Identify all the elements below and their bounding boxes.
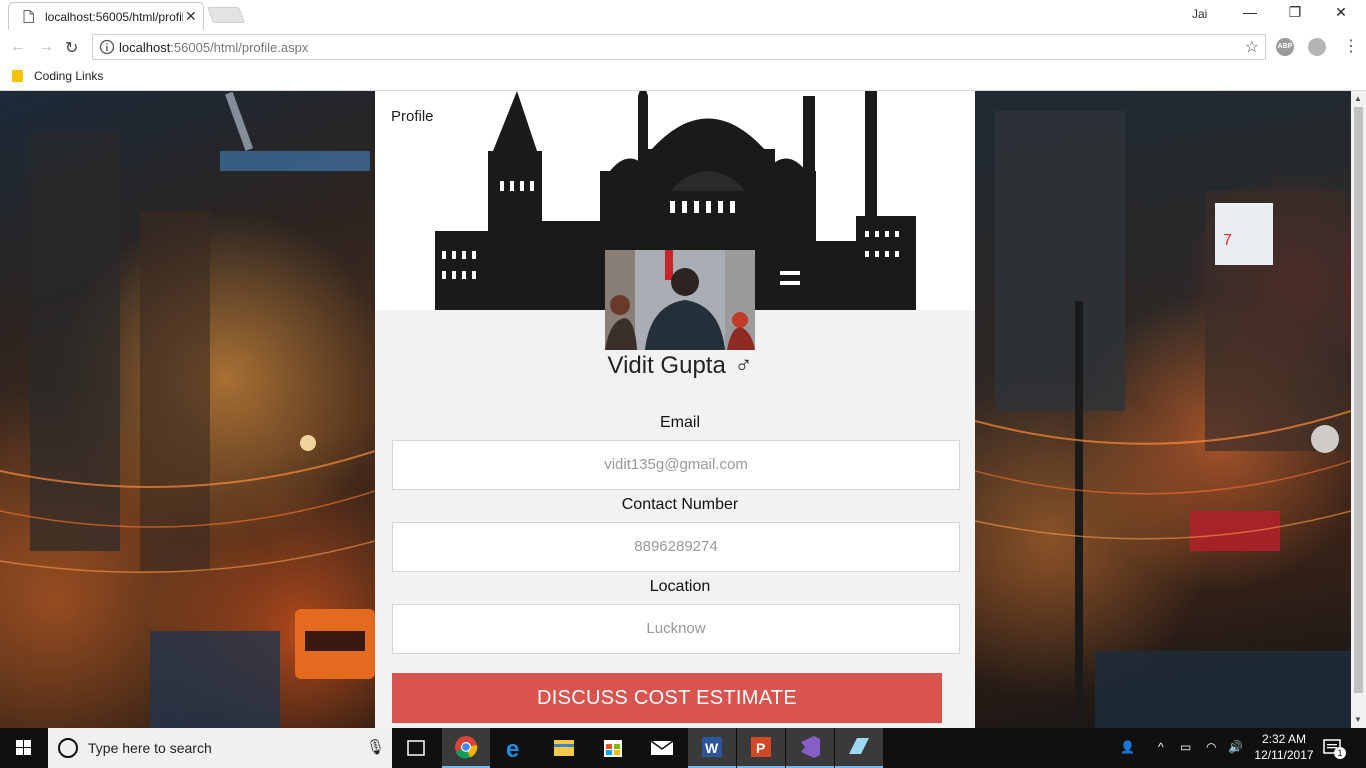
microphone-icon[interactable]: 🎙 bbox=[366, 738, 385, 756]
taskbar-visual-studio[interactable] bbox=[786, 728, 834, 768]
task-view-icon bbox=[407, 740, 425, 756]
email-label: Email bbox=[659, 414, 700, 431]
extension-icon[interactable] bbox=[1308, 38, 1326, 56]
browser-menu-icon[interactable]: ⋮ bbox=[1343, 36, 1359, 56]
male-gender-icon: ♂ bbox=[734, 352, 753, 379]
taskbar-chrome[interactable] bbox=[442, 728, 490, 768]
bookmark-label: Coding Links bbox=[34, 69, 104, 83]
page-scrollbar[interactable]: ▲ ▼ bbox=[1351, 91, 1366, 728]
edge-icon: e bbox=[506, 736, 519, 763]
windows-taskbar: Type here to search 🎙 e W P 👤 ^ ▭ ◠ 🔊 2:… bbox=[0, 728, 1366, 768]
taskbar-mail[interactable] bbox=[638, 728, 686, 768]
page-icon bbox=[23, 10, 34, 28]
user-name: Vidit Gupta bbox=[607, 352, 726, 379]
task-view-button[interactable] bbox=[392, 728, 440, 768]
show-hidden-icons[interactable]: ^ bbox=[1158, 740, 1164, 754]
bookmarks-bar: Coding Links bbox=[0, 64, 1366, 91]
word-icon: W bbox=[702, 737, 722, 757]
search-placeholder: Type here to search bbox=[88, 740, 212, 756]
reload-icon[interactable]: ↻ bbox=[65, 38, 78, 58]
contact-number-field[interactable]: 8896289274 bbox=[392, 522, 960, 572]
profile-button[interactable]: Jai bbox=[1192, 7, 1207, 21]
new-tab-button[interactable] bbox=[207, 7, 245, 23]
wifi-icon[interactable]: ◠ bbox=[1206, 740, 1216, 754]
discuss-cost-estimate-button[interactable]: DISCUSS COST ESTIMATE bbox=[392, 673, 942, 723]
scrollbar-thumb[interactable] bbox=[1354, 107, 1363, 693]
bookmark-coding-links[interactable]: Coding Links bbox=[12, 69, 103, 83]
taskbar-powerpoint[interactable]: P bbox=[737, 728, 785, 768]
folder-icon bbox=[554, 740, 574, 756]
tab-title: localhost:56005/html/profile.aspx bbox=[45, 10, 183, 24]
location-label: Location bbox=[649, 578, 711, 595]
app-icon bbox=[849, 738, 869, 754]
notification-count: 1 bbox=[1334, 747, 1346, 759]
url-text: localhost:56005/html/profile.aspx bbox=[119, 40, 309, 55]
forward-icon[interactable]: → bbox=[38, 38, 54, 56]
user-name-heading: Vidit Gupta ♂ bbox=[375, 352, 985, 380]
action-center-button[interactable]: 1 bbox=[1322, 737, 1346, 759]
scroll-up-icon[interactable]: ▲ bbox=[1354, 94, 1362, 103]
svg-text:P: P bbox=[756, 740, 765, 756]
taskbar-app[interactable] bbox=[835, 728, 883, 768]
svg-text:7: 7 bbox=[1223, 232, 1232, 249]
taskbar-edge[interactable]: e bbox=[492, 728, 540, 768]
cortana-icon bbox=[58, 738, 78, 758]
bookmark-star-icon[interactable]: ☆ bbox=[1245, 37, 1259, 57]
store-icon bbox=[604, 740, 622, 757]
info-icon[interactable] bbox=[99, 39, 115, 60]
location-field[interactable]: Lucknow bbox=[392, 604, 960, 654]
minimize-icon[interactable]: — bbox=[1235, 4, 1265, 24]
browser-tab[interactable]: localhost:56005/html/profile.aspx ✕ bbox=[8, 2, 204, 30]
svg-text:W: W bbox=[705, 740, 719, 756]
battery-icon[interactable]: ▭ bbox=[1180, 740, 1191, 754]
taskbar-clock[interactable]: 2:32 AM 12/11/2017 bbox=[1254, 731, 1314, 763]
profile-photo bbox=[605, 250, 755, 350]
city-background-left bbox=[0, 91, 375, 728]
close-window-icon[interactable]: ✕ bbox=[1326, 4, 1356, 24]
taskbar-word[interactable]: W bbox=[688, 728, 736, 768]
chrome-icon bbox=[455, 736, 478, 759]
windows-start-button[interactable] bbox=[0, 728, 48, 768]
back-icon[interactable]: ← bbox=[10, 38, 26, 56]
contact-number-label: Contact Number bbox=[621, 496, 739, 513]
close-tab-icon[interactable]: ✕ bbox=[185, 8, 197, 25]
city-background-right: 7 bbox=[975, 91, 1351, 728]
powerpoint-icon: P bbox=[751, 737, 771, 757]
adblock-extension-icon[interactable]: ABP bbox=[1276, 38, 1294, 56]
windows-logo-icon bbox=[16, 740, 31, 755]
browser-toolbar: ← → ↻ localhost:56005/html/profile.aspx … bbox=[0, 30, 1366, 64]
volume-icon[interactable]: 🔊 bbox=[1228, 740, 1243, 754]
page-title: Profile bbox=[391, 108, 434, 125]
page-viewport: 7 Profile Vidit Gupta ♂ Email vidit135g@… bbox=[0, 91, 1366, 728]
tab-strip: localhost:56005/html/profile.aspx ✕ Jai … bbox=[0, 0, 1366, 30]
folder-icon bbox=[12, 70, 23, 82]
taskbar-search-box[interactable]: Type here to search 🎙 bbox=[48, 728, 392, 768]
email-field[interactable]: vidit135g@gmail.com bbox=[392, 440, 960, 490]
taskbar-file-explorer[interactable] bbox=[540, 728, 588, 768]
clock-date: 12/11/2017 bbox=[1254, 748, 1314, 762]
mail-icon bbox=[650, 740, 674, 755]
scroll-down-icon[interactable]: ▼ bbox=[1354, 715, 1362, 724]
address-bar[interactable]: localhost:56005/html/profile.aspx ☆ bbox=[92, 34, 1266, 60]
profile-card: Profile Vidit Gupta ♂ Email vidit135g@gm… bbox=[375, 91, 975, 728]
restore-icon[interactable]: ❐ bbox=[1280, 4, 1310, 24]
taskbar-store[interactable] bbox=[589, 728, 637, 768]
people-icon[interactable]: 👤 bbox=[1120, 740, 1135, 754]
visual-studio-icon bbox=[801, 736, 820, 758]
svg-text:e: e bbox=[506, 736, 519, 763]
clock-time: 2:32 AM bbox=[1261, 732, 1307, 746]
